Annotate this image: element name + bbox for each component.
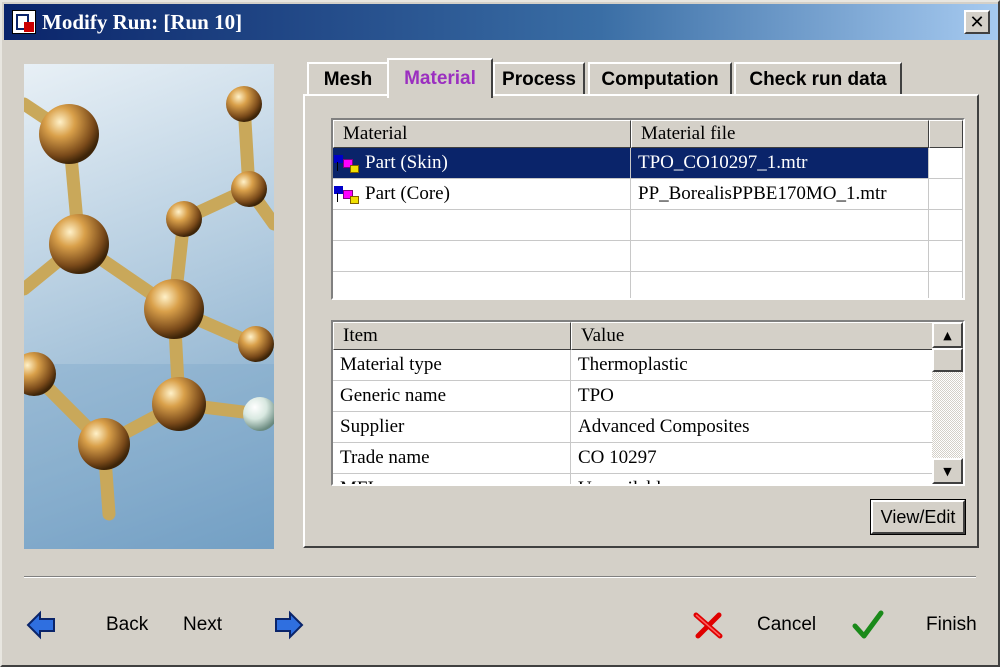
footer-separator: [24, 576, 976, 578]
table-row[interactable]: Supplier Advanced Composites: [333, 412, 933, 443]
property-value: CO 10297: [571, 443, 933, 473]
property-item: Generic name: [333, 381, 571, 411]
material-table-header: Material Material file: [333, 120, 963, 148]
empty-row: [333, 241, 963, 272]
property-value: Unavailable: [571, 474, 933, 484]
table-row[interactable]: Material type Thermoplastic: [333, 350, 933, 381]
property-item: Material type: [333, 350, 571, 380]
finish-check-icon[interactable]: [850, 608, 886, 642]
tab-mesh[interactable]: Mesh: [307, 62, 389, 96]
material-tab-panel: Material Material file Part (Skin) TPO_C…: [303, 94, 979, 548]
material-name: Part (Skin): [365, 152, 448, 173]
next-arrow-icon[interactable]: [270, 608, 306, 642]
material-part-icon: [333, 154, 361, 174]
window-title: Modify Run: [Run 10]: [42, 9, 243, 34]
blank-cell: [929, 179, 963, 209]
material-properties-table[interactable]: Item Value Material type Thermoplastic G…: [331, 320, 965, 486]
next-button[interactable]: Next: [183, 614, 222, 636]
scroll-thumb[interactable]: [932, 348, 963, 372]
finish-button[interactable]: Finish: [926, 614, 977, 636]
tab-material[interactable]: Material: [387, 58, 493, 98]
column-header-value[interactable]: Value: [571, 322, 933, 350]
material-file-cell[interactable]: PP_BorealisPPBE170MO_1.mtr: [631, 179, 929, 209]
material-part-icon: [333, 185, 361, 205]
material-cell: Part (Skin): [333, 148, 631, 178]
modify-run-dialog: Modify Run: [Run 10] ✕ Mesh Material Pro…: [0, 0, 1000, 667]
arrow-up-icon: ▲: [943, 328, 952, 342]
column-header-blank: [929, 120, 963, 148]
property-item: Supplier: [333, 412, 571, 442]
table-row[interactable]: Part (Core) PP_BorealisPPBE170MO_1.mtr: [333, 179, 963, 210]
empty-row: [333, 272, 963, 298]
close-icon: ✕: [969, 11, 985, 33]
table-row[interactable]: MFI Unavailable: [333, 474, 933, 484]
property-value: Thermoplastic: [571, 350, 933, 380]
app-icon: [12, 10, 36, 34]
property-item: MFI: [333, 474, 571, 484]
blank-cell: [929, 148, 963, 178]
scroll-up-button[interactable]: ▲: [932, 322, 963, 348]
table-row[interactable]: Trade name CO 10297: [333, 443, 933, 474]
properties-scrollbar[interactable]: ▲ ▼: [932, 322, 963, 484]
column-header-material-file[interactable]: Material file: [631, 120, 929, 148]
table-row[interactable]: Part (Skin) TPO_CO10297_1.mtr: [333, 148, 963, 179]
material-table[interactable]: Material Material file Part (Skin) TPO_C…: [331, 118, 965, 300]
tab-process[interactable]: Process: [493, 62, 585, 96]
property-value: Advanced Composites: [571, 412, 933, 442]
properties-table-header: Item Value: [333, 322, 933, 350]
property-item: Trade name: [333, 443, 571, 473]
back-arrow-icon[interactable]: [24, 608, 60, 642]
title-bar[interactable]: Modify Run: [Run 10] ✕: [4, 4, 998, 40]
cancel-button[interactable]: Cancel: [757, 614, 816, 636]
scroll-down-button[interactable]: ▼: [932, 458, 963, 484]
tab-computation[interactable]: Computation: [588, 62, 732, 96]
cancel-x-icon[interactable]: [690, 608, 726, 642]
back-button[interactable]: Back: [106, 614, 148, 636]
arrow-down-icon: ▼: [943, 464, 952, 478]
material-cell: Part (Core): [333, 179, 631, 209]
empty-row: [333, 210, 963, 241]
column-header-material[interactable]: Material: [333, 120, 631, 148]
tab-check-run-data[interactable]: Check run data: [734, 62, 902, 96]
material-file-cell[interactable]: TPO_CO10297_1.mtr: [631, 148, 929, 178]
column-header-item[interactable]: Item: [333, 322, 571, 350]
material-name: Part (Core): [365, 183, 450, 204]
table-row[interactable]: Generic name TPO: [333, 381, 933, 412]
molecule-image: [24, 64, 274, 549]
property-value: TPO: [571, 381, 933, 411]
molecule-illustration: [24, 86, 274, 549]
close-button[interactable]: ✕: [964, 10, 990, 34]
view-edit-button[interactable]: View/Edit: [870, 499, 966, 535]
